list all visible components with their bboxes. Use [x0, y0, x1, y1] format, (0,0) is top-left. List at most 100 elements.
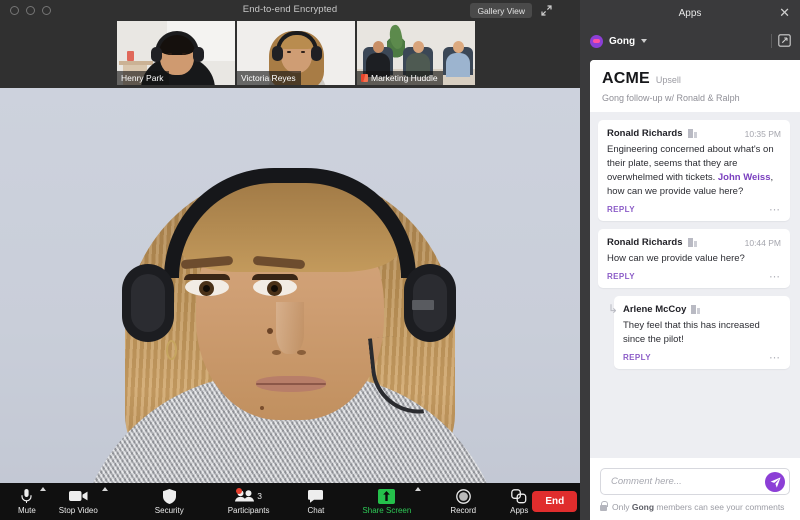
participants-button[interactable]: 3 Participants — [224, 483, 274, 520]
comment-body: Engineering concerned about what's on th… — [607, 143, 781, 199]
reply-thread-arrow-icon: ↳ — [608, 302, 619, 316]
participants-count: 3 — [257, 491, 262, 501]
comment-author: Ronald Richards — [607, 237, 683, 248]
expand-icon[interactable] — [538, 2, 554, 18]
share-screen-icon — [378, 488, 396, 504]
thumbnail-victoria-reyes[interactable]: Victoria Reyes — [237, 21, 355, 85]
reply-button[interactable]: REPLY — [623, 353, 651, 362]
card-subtitle: Gong follow-up w/ Ronald & Ralph — [602, 93, 740, 103]
comment-footer: REPLY ⋯ — [607, 204, 781, 215]
meeting-toolbar: Mute Stop Video Security 3 Participants … — [0, 483, 580, 520]
comment-composer: Only Gong members can see your comments — [590, 458, 800, 520]
participants-alert-badge — [235, 488, 242, 494]
send-icon[interactable] — [765, 472, 785, 492]
lock-icon — [600, 501, 608, 511]
stop-video-button[interactable]: Stop Video — [55, 483, 102, 520]
account-name: ACME — [602, 70, 650, 87]
share-options-button[interactable] — [415, 483, 424, 520]
comment-mention[interactable]: John Weiss — [718, 172, 771, 183]
gallery-view-button[interactable]: Gallery View — [470, 3, 532, 18]
comment-footer: REPLY ⋯ — [607, 271, 781, 282]
share-screen-label: Share Screen — [362, 505, 412, 515]
privacy-text-post: members can see your comments — [654, 502, 785, 512]
close-icon[interactable]: ✕ — [779, 6, 790, 19]
comment-header: Ronald Richards 10:44 PM — [607, 237, 781, 248]
record-label: Record — [450, 505, 477, 515]
reply-button[interactable]: REPLY — [607, 272, 635, 281]
gong-card: ACME Upsell Gong follow-up w/ Ronald & R… — [590, 60, 800, 520]
participant-thumbnail-strip: Henry Park Victoria Reyes Marketing Hudd… — [117, 21, 475, 85]
comment-item[interactable]: Ronald Richards 10:35 PM Engineering con… — [598, 120, 790, 221]
zoom-meeting-screen: End-to-end Encrypted Gallery View Henry … — [0, 0, 800, 520]
comment-item-reply[interactable]: Arlene McCoy They feel that this has inc… — [614, 296, 790, 369]
participant-name: Henry Park — [121, 73, 164, 83]
company-icon — [691, 305, 701, 314]
company-icon — [687, 238, 697, 247]
thumbnail-name-badge: Victoria Reyes — [237, 71, 301, 85]
comment-footer: REPLY ⋯ — [623, 352, 781, 363]
shield-icon — [162, 488, 176, 504]
apps-icon — [511, 488, 527, 504]
record-button[interactable]: Record — [446, 483, 480, 520]
thumbnail-henry-park[interactable]: Henry Park — [117, 21, 235, 85]
comment-author: Ronald Richards — [607, 128, 683, 139]
privacy-note: Only Gong members can see your comments — [600, 501, 790, 512]
record-icon — [455, 488, 471, 504]
apps-panel-header: Apps ✕ — [580, 0, 800, 26]
more-options-icon[interactable]: ⋯ — [769, 271, 781, 282]
comment-author: Arlene McCoy — [623, 304, 687, 315]
chat-button[interactable]: Chat — [304, 483, 329, 520]
chevron-down-icon[interactable] — [641, 39, 648, 43]
comment-item[interactable]: Ronald Richards 10:44 PM How can we prov… — [598, 229, 790, 288]
share-screen-button[interactable]: Share Screen — [358, 483, 415, 520]
stop-video-label: Stop Video — [58, 505, 98, 515]
gong-app-name: Gong — [609, 35, 636, 47]
meeting-window: End-to-end Encrypted Gallery View Henry … — [0, 0, 580, 520]
participant-name: Marketing Huddle — [371, 73, 438, 83]
gong-card-header: ACME Upsell Gong follow-up w/ Ronald & R… — [590, 60, 800, 112]
more-options-icon[interactable]: ⋯ — [769, 352, 781, 363]
video-options-button[interactable] — [101, 483, 111, 520]
apps-label: Apps — [510, 505, 529, 515]
recording-indicator-icon — [361, 74, 368, 82]
gong-app-selector[interactable]: Gong — [580, 26, 800, 56]
comment-body: They feel that this has increased since … — [623, 320, 760, 345]
end-meeting-button[interactable]: End — [532, 491, 578, 512]
gong-logo-icon — [590, 34, 603, 48]
chat-bubble-icon — [308, 489, 324, 504]
title-bar: End-to-end Encrypted Gallery View — [0, 0, 580, 20]
audio-options-button[interactable] — [39, 483, 49, 520]
comment-header: Ronald Richards 10:35 PM — [607, 128, 781, 139]
end-label: End — [545, 496, 565, 507]
active-speaker-video[interactable] — [0, 88, 580, 484]
apps-panel-title: Apps — [678, 7, 702, 19]
privacy-brand: Gong — [631, 502, 655, 512]
privacy-text-pre: Only — [612, 502, 632, 512]
reply-button[interactable]: REPLY — [607, 205, 635, 214]
apps-button[interactable]: Apps — [506, 483, 532, 520]
account-tag: Upsell — [655, 75, 681, 85]
comment-header: Arlene McCoy — [623, 304, 781, 315]
microphone-icon — [21, 488, 32, 504]
chat-label: Chat — [307, 505, 325, 515]
comment-input-wrapper[interactable] — [600, 468, 790, 495]
thumbnail-name-badge: Marketing Huddle — [357, 71, 443, 85]
security-label: Security — [154, 505, 184, 515]
thumbnail-name-badge: Henry Park — [117, 71, 169, 85]
gallery-view-label: Gallery View — [477, 5, 525, 16]
mute-label: Mute — [18, 505, 36, 515]
participant-name: Victoria Reyes — [241, 73, 296, 83]
divider — [771, 34, 772, 48]
comment-timestamp: 10:35 PM — [744, 128, 781, 139]
comment-input[interactable] — [611, 476, 755, 487]
company-icon — [687, 129, 697, 138]
more-options-icon[interactable]: ⋯ — [769, 204, 781, 215]
open-external-icon[interactable] — [778, 34, 791, 47]
comment-feed[interactable]: Ronald Richards 10:35 PM Engineering con… — [590, 112, 800, 458]
apps-side-panel: Apps ✕ Gong ACME Upsell Gong follow-up w… — [580, 0, 800, 520]
mute-button[interactable]: Mute — [14, 483, 40, 520]
security-button[interactable]: Security — [151, 483, 188, 520]
comment-body: How can we provide value here? — [607, 253, 745, 264]
thumbnail-marketing-huddle[interactable]: Marketing Huddle — [357, 21, 475, 85]
video-camera-icon — [68, 489, 88, 504]
